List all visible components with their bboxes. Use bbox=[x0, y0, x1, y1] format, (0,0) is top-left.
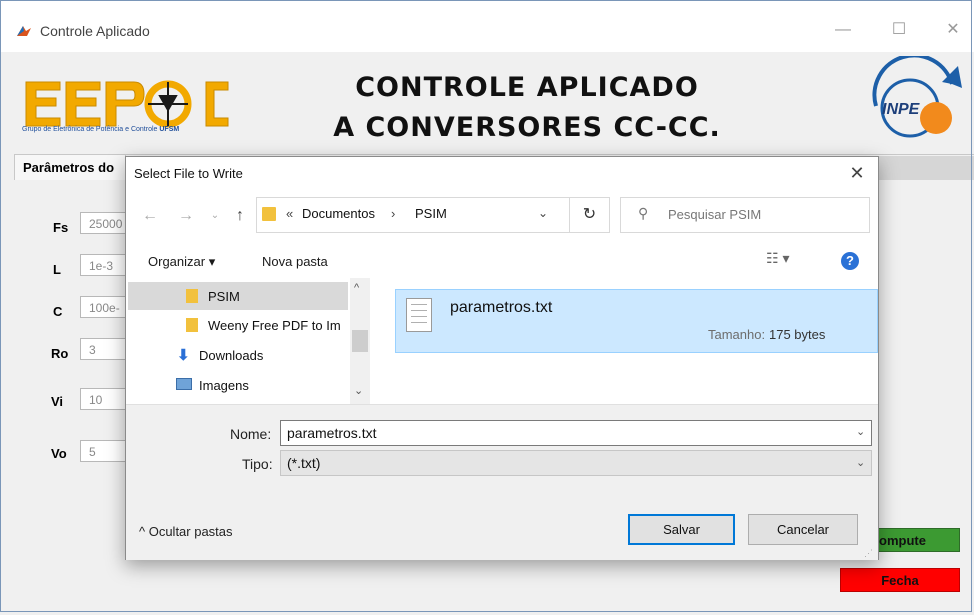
tab-parametros[interactable]: Parâmetros do bbox=[14, 154, 126, 180]
breadcrumb-psim[interactable]: PSIM bbox=[415, 206, 447, 221]
maximize-button[interactable]: ☐ bbox=[884, 18, 914, 42]
forward-arrow-icon[interactable]: → bbox=[174, 200, 198, 232]
close-app-button[interactable]: Fecha bbox=[840, 568, 960, 592]
app-heading-line1: CONTROLE APLICADO bbox=[355, 72, 699, 103]
dialog-close-button[interactable]: ✕ bbox=[842, 160, 872, 186]
nav-item-imagens[interactable]: Imagens bbox=[199, 378, 249, 393]
filetype-dropdown-icon[interactable]: ⌄ bbox=[856, 456, 865, 469]
filename-label: Nome: bbox=[230, 426, 272, 442]
param-label-fs: Fs bbox=[53, 220, 69, 235]
address-overflow[interactable]: « bbox=[286, 206, 293, 221]
download-arrow-icon: ⬇ bbox=[177, 347, 190, 364]
refresh-icon: ↻ bbox=[582, 206, 597, 223]
breadcrumb-separator[interactable]: › bbox=[391, 206, 395, 221]
param-label-ro: Ro bbox=[51, 346, 69, 361]
param-label-c: C bbox=[53, 304, 63, 319]
filename-dropdown-icon[interactable]: ⌄ bbox=[856, 425, 865, 438]
folder-icon bbox=[262, 207, 276, 221]
filetype-select[interactable]: (*.txt) bbox=[280, 450, 872, 476]
dialog-title: Select File to Write bbox=[134, 166, 243, 181]
address-dropdown-icon[interactable]: ⌄ bbox=[538, 206, 548, 220]
recent-locations-chevron-icon[interactable]: ⌄ bbox=[206, 200, 224, 232]
organize-menu-button[interactable]: Organizar ▾ bbox=[148, 254, 215, 270]
scroll-up-icon[interactable]: ^ bbox=[354, 282, 359, 294]
help-icon[interactable]: ? bbox=[841, 252, 859, 270]
tab-strip bbox=[878, 156, 974, 180]
text-file-icon bbox=[406, 298, 432, 332]
breadcrumb-documentos[interactable]: Documentos bbox=[302, 206, 375, 221]
folder-icon bbox=[186, 289, 198, 303]
param-label-vo: Vo bbox=[51, 446, 67, 461]
nav-item-psim[interactable]: PSIM bbox=[208, 289, 240, 304]
back-arrow-icon[interactable]: ← bbox=[138, 200, 162, 232]
param-label-vi: Vi bbox=[51, 394, 64, 409]
view-options-icon[interactable]: ☷ ▾ bbox=[766, 250, 789, 267]
window-title: Controle Aplicado bbox=[40, 23, 150, 39]
folder-icon bbox=[186, 318, 198, 332]
matlab-app-icon bbox=[16, 23, 32, 39]
save-button[interactable]: Salvar bbox=[628, 514, 735, 545]
nav-scrollbar-thumb[interactable] bbox=[352, 330, 368, 352]
refresh-button[interactable]: ↻ bbox=[570, 197, 610, 233]
close-window-button[interactable]: ✕ bbox=[938, 18, 968, 42]
hide-folders-toggle[interactable]: ^ Ocultar pastas bbox=[139, 524, 233, 539]
up-arrow-icon[interactable]: ↑ bbox=[228, 200, 252, 232]
nav-item-weeny[interactable]: Weeny Free PDF to Im bbox=[208, 318, 348, 333]
search-placeholder: Pesquisar PSIM bbox=[668, 207, 762, 222]
nav-item-downloads[interactable]: Downloads bbox=[199, 348, 263, 363]
search-icon: ⚲ bbox=[638, 205, 649, 221]
resize-grip-icon[interactable]: ⋰ bbox=[864, 548, 873, 559]
filetype-label: Tipo: bbox=[242, 456, 273, 472]
pictures-icon bbox=[176, 378, 192, 390]
file-size-value: 175 bytes bbox=[769, 327, 826, 342]
filename-input[interactable]: parametros.txt bbox=[280, 420, 872, 446]
param-label-l: L bbox=[53, 262, 61, 277]
app-heading-line2: A CONVERSORES CC-CC. bbox=[333, 112, 721, 143]
cancel-button[interactable]: Cancelar bbox=[748, 514, 858, 545]
minimize-button[interactable]: — bbox=[828, 18, 858, 42]
file-size-label: Tamanho: bbox=[708, 327, 766, 342]
inpe-logo: INPE bbox=[872, 56, 962, 138]
compute-button[interactable]: ompute bbox=[876, 528, 960, 552]
new-folder-button[interactable]: Nova pasta bbox=[262, 254, 328, 269]
svg-text:INPE: INPE bbox=[882, 101, 921, 118]
file-name: parametros.txt bbox=[450, 299, 553, 316]
scroll-down-icon[interactable]: ⌄ bbox=[354, 384, 363, 397]
